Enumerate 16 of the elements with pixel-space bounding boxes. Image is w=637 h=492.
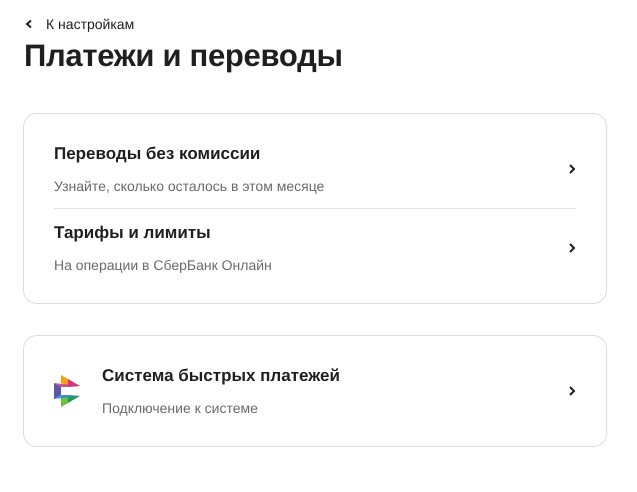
item-subtitle: Узнайте, сколько осталось в этом месяце <box>54 177 326 196</box>
item-title: Тарифы и лимиты <box>54 222 212 244</box>
item-subtitle: На операции в СберБанк Онлайн <box>54 256 273 275</box>
chevron-right-icon <box>568 163 576 175</box>
menu-item[interactable]: Переводы без комиссии Узнайте, сколько осталось в этом месяце <box>54 130 576 208</box>
back-link[interactable]: К настройкам <box>24 14 607 34</box>
page-title: Платежи и переводы <box>24 37 344 75</box>
item-subtitle: Подключение к системе <box>102 399 259 418</box>
item-title: Переводы без комиссии <box>54 143 262 165</box>
chevron-right-icon <box>568 385 576 397</box>
item-title: Система быстрых платежей <box>102 365 341 387</box>
menu-item[interactable]: Система быстрых платежей Подключение к системе <box>54 352 576 430</box>
logo-icon <box>54 375 82 407</box>
menu-item[interactable]: Тарифы и лимиты На операции в СберБанк Онлайн <box>54 208 576 287</box>
chevron-right-icon <box>568 242 576 254</box>
chevron-left-icon <box>24 19 34 29</box>
